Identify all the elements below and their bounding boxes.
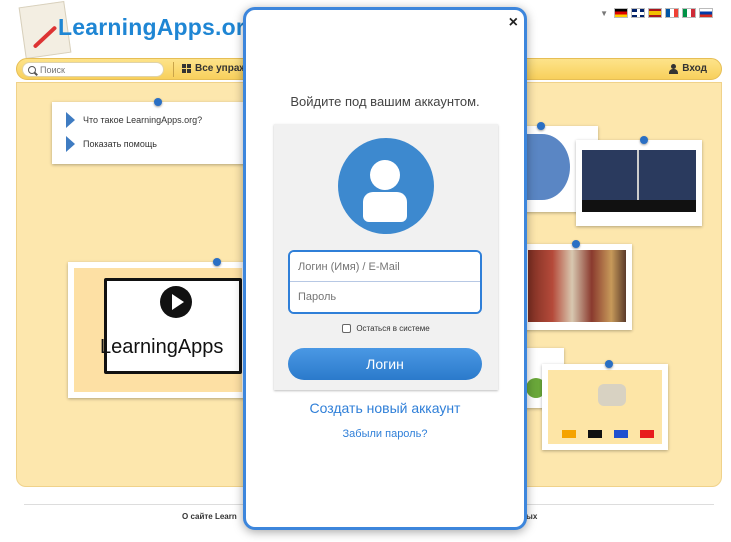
shape-graphic: [598, 384, 626, 406]
create-account-link[interactable]: Создать новый аккаунт: [246, 400, 524, 416]
pin-icon: [640, 136, 648, 144]
app-thumbnail-photo[interactable]: [522, 244, 632, 330]
flag-icon-ru[interactable]: [699, 8, 713, 18]
app-thumbnail-colors[interactable]: [542, 364, 668, 450]
avatar-head: [370, 160, 400, 190]
video-caption: LearningApps: [100, 336, 224, 358]
flag-icon-en[interactable]: [631, 8, 645, 18]
login-modal: × Войдите под вашим аккаунтом. Остаться …: [243, 7, 527, 530]
flag-icon-de[interactable]: [614, 8, 628, 18]
login-form: Остаться в системе Логин: [274, 124, 498, 390]
search-box[interactable]: [22, 62, 164, 77]
photo-image: [528, 250, 626, 322]
color-swatch: [588, 430, 602, 438]
footer-about-link[interactable]: О сайте Learn: [182, 512, 237, 521]
language-selector[interactable]: ▼: [600, 8, 713, 18]
app-thumbnail-sky[interactable]: [576, 140, 702, 226]
flag-icon-fr[interactable]: [665, 8, 679, 18]
arrow-right-icon: [66, 136, 75, 152]
flag-icon-it[interactable]: [682, 8, 696, 18]
password-input[interactable]: [290, 282, 480, 312]
search-input[interactable]: [40, 64, 150, 75]
search-icon: [28, 65, 36, 74]
color-swatch: [640, 430, 654, 438]
what-is-label: Что такое LearningApps.org?: [83, 115, 203, 125]
pin-icon: [605, 360, 613, 368]
color-swatch: [562, 430, 576, 438]
avatar-body: [363, 192, 407, 222]
arrow-right-icon: [66, 112, 75, 128]
toolbar-divider: [173, 62, 174, 77]
pin-icon: [537, 122, 545, 130]
username-input[interactable]: [290, 252, 480, 282]
remember-label: Остаться в системе: [356, 324, 430, 333]
login-button[interactable]: Логин: [288, 348, 482, 380]
show-help-label: Показать помощь: [83, 139, 157, 149]
modal-title: Войдите под вашим аккаунтом.: [290, 94, 480, 109]
what-is-link[interactable]: Что такое LearningApps.org?: [66, 112, 202, 128]
play-icon[interactable]: [160, 286, 192, 318]
login-nav-label: Вход: [682, 63, 707, 74]
flag-icon-es[interactable]: [648, 8, 662, 18]
pin-icon: [154, 98, 162, 106]
remember-me[interactable]: Остаться в системе: [274, 324, 498, 333]
site-logo[interactable]: LearningApps.org: [58, 14, 259, 41]
horizon-image: [582, 200, 696, 212]
intro-video-card[interactable]: LearningApps: [68, 262, 248, 398]
info-card: Что такое LearningApps.org? Показать пом…: [52, 102, 252, 164]
avatar-icon: [338, 138, 434, 234]
footer-link-fragment[interactable]: ых: [526, 512, 537, 521]
pin-icon: [213, 258, 221, 266]
colors-background: [548, 370, 662, 444]
caret-down-icon[interactable]: ▼: [600, 9, 608, 18]
color-swatch: [614, 430, 628, 438]
video-background: LearningApps: [74, 268, 242, 392]
show-help-link[interactable]: Показать помощь: [66, 136, 157, 152]
user-icon: [669, 63, 679, 74]
pin-icon: [572, 240, 580, 248]
login-nav-button[interactable]: Вход: [669, 63, 707, 74]
forgot-password-link[interactable]: Забыли пароль?: [246, 428, 524, 440]
remember-checkbox[interactable]: [342, 324, 352, 333]
close-icon[interactable]: ×: [509, 14, 518, 32]
page: LearningApps.org ▼ Все упражне Вход Что …: [0, 0, 731, 542]
credentials-group: [288, 250, 482, 314]
grid-icon: [182, 64, 191, 73]
